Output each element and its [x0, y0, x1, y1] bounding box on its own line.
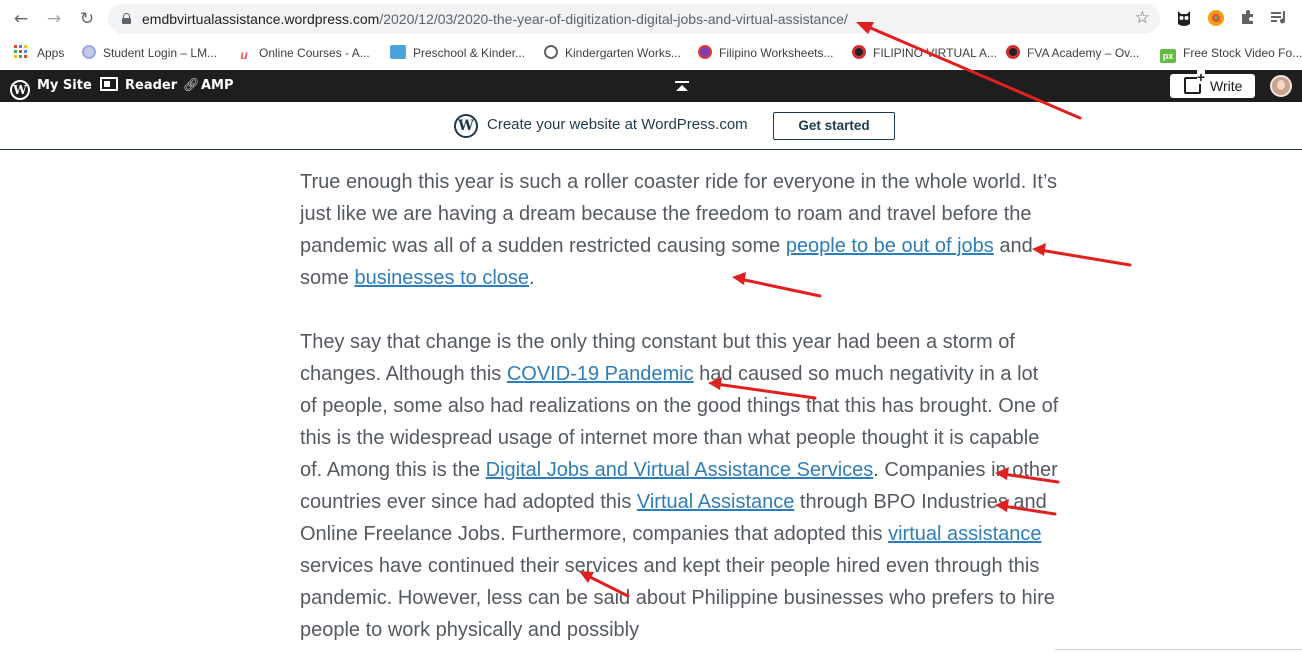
lock-icon[interactable]: [122, 13, 131, 24]
bookmark-label: Filipino Worksheets...: [719, 46, 834, 60]
link-people-out-of-jobs[interactable]: people to be out of jobs: [786, 235, 994, 257]
wpcom-banner: W Create your website at WordPress.com G…: [0, 102, 1302, 150]
link-covid-pandemic[interactable]: COVID-19 Pandemic: [507, 363, 694, 385]
reader-link[interactable]: Reader: [100, 70, 177, 102]
owl-extension-icon[interactable]: [1175, 9, 1193, 27]
bookmarks-bar: Apps Student Login – LM... u Online Cours…: [0, 37, 1302, 70]
link-businesses-to-close[interactable]: businesses to close: [354, 267, 529, 289]
globe-icon: [544, 45, 558, 59]
write-icon: [1184, 70, 1205, 94]
bookmark-apps[interactable]: Apps: [14, 44, 64, 62]
wp-admin-bar: W My Site Reader 🔗︎AMP: [0, 70, 1302, 102]
avatar[interactable]: [1270, 75, 1292, 97]
link-virtual-assistance[interactable]: Virtual Assistance: [637, 491, 795, 513]
bookmark-label: Kindergarten Works...: [565, 46, 681, 60]
globe-icon: [82, 45, 96, 59]
scroll-edge: [1055, 649, 1302, 653]
bookmark-label: FVA Academy – Ov...: [1027, 46, 1140, 60]
bookmark-filipino-worksheets[interactable]: Filipino Worksheets...: [698, 44, 834, 62]
wordpress-logo-icon: W: [10, 80, 30, 100]
bookmark-star-icon[interactable]: ☆: [1135, 8, 1150, 28]
article-content: True enough this year is such a roller c…: [300, 166, 1060, 653]
bookmark-label: Preschool & Kinder...: [413, 46, 526, 60]
apps-grid-icon: [14, 45, 28, 59]
bookmark-label: Student Login – LM...: [103, 46, 218, 60]
preschool-icon: [390, 45, 406, 59]
reload-icon[interactable]: ↻: [76, 8, 98, 30]
reader-label: Reader: [125, 78, 178, 93]
link-virtual-assistance-lower[interactable]: virtual assistance: [888, 523, 1041, 545]
bookmark-student-login[interactable]: Student Login – LM...: [82, 44, 217, 62]
udemy-icon: u: [240, 48, 248, 62]
address-bar[interactable]: emdbvirtualassistance.wordpress.com/2020…: [108, 4, 1160, 34]
bookmark-label: Online Courses - A...: [259, 46, 370, 60]
my-site-link[interactable]: W My Site: [10, 70, 92, 102]
write-label: Write: [1210, 78, 1243, 94]
back-arrow-icon[interactable]: ←: [10, 8, 32, 30]
fva-icon: [1006, 45, 1020, 59]
bookmark-kindergarten[interactable]: Kindergarten Works...: [544, 44, 681, 62]
bookmark-fva-academy[interactable]: FVA Academy – Ov...: [1006, 44, 1139, 62]
url-text[interactable]: emdbvirtualassistance.wordpress.com/2020…: [142, 11, 848, 27]
extensions-puzzle-icon[interactable]: [1239, 9, 1257, 27]
bookmark-label: Apps: [37, 46, 65, 60]
heart-icon: [698, 45, 712, 59]
write-button[interactable]: Write: [1170, 70, 1255, 98]
collapse-icon[interactable]: [675, 79, 689, 93]
amp-label: AMP: [201, 78, 234, 93]
grammar-extension-icon[interactable]: [1207, 9, 1225, 27]
bookmark-preschool[interactable]: Preschool & Kinder...: [390, 44, 525, 62]
bookmark-online-courses[interactable]: u Online Courses - A...: [236, 44, 370, 62]
media-control-icon[interactable]: [1270, 9, 1288, 27]
bookmark-label: Free Stock Video Fo...: [1183, 46, 1302, 60]
amp-link[interactable]: 🔗︎AMP: [183, 70, 234, 102]
link-icon: 🔗︎: [183, 78, 200, 93]
my-site-label: My Site: [37, 78, 92, 93]
article-paragraph-1: True enough this year is such a roller c…: [300, 166, 1060, 294]
banner-text: Create your website at WordPress.com: [487, 116, 748, 133]
paragraph-text: services have continued their services a…: [300, 555, 1055, 641]
link-digital-jobs[interactable]: Digital Jobs and Virtual Assistance Serv…: [486, 459, 874, 481]
article-paragraph-2: They say that change is the only thing c…: [300, 326, 1060, 646]
wordpress-logo-icon: W: [454, 114, 478, 138]
get-started-button[interactable]: Get started: [773, 112, 895, 140]
bookmark-free-stock-video[interactable]: px Free Stock Video Fo...: [1160, 44, 1302, 63]
pexels-icon: px: [1160, 49, 1176, 63]
browser-toolbar: ← → ↻ emdbvirtualassistance.wordpress.co…: [0, 0, 1302, 37]
bookmark-label: FILIPINO VIRTUAL A...: [873, 46, 998, 60]
bookmark-filipino-virtual[interactable]: FILIPINO VIRTUAL A...: [852, 44, 997, 62]
forward-arrow-icon[interactable]: →: [43, 8, 65, 30]
paragraph-text: .: [529, 267, 535, 289]
fva-icon: [852, 45, 866, 59]
reader-icon: [100, 77, 118, 91]
